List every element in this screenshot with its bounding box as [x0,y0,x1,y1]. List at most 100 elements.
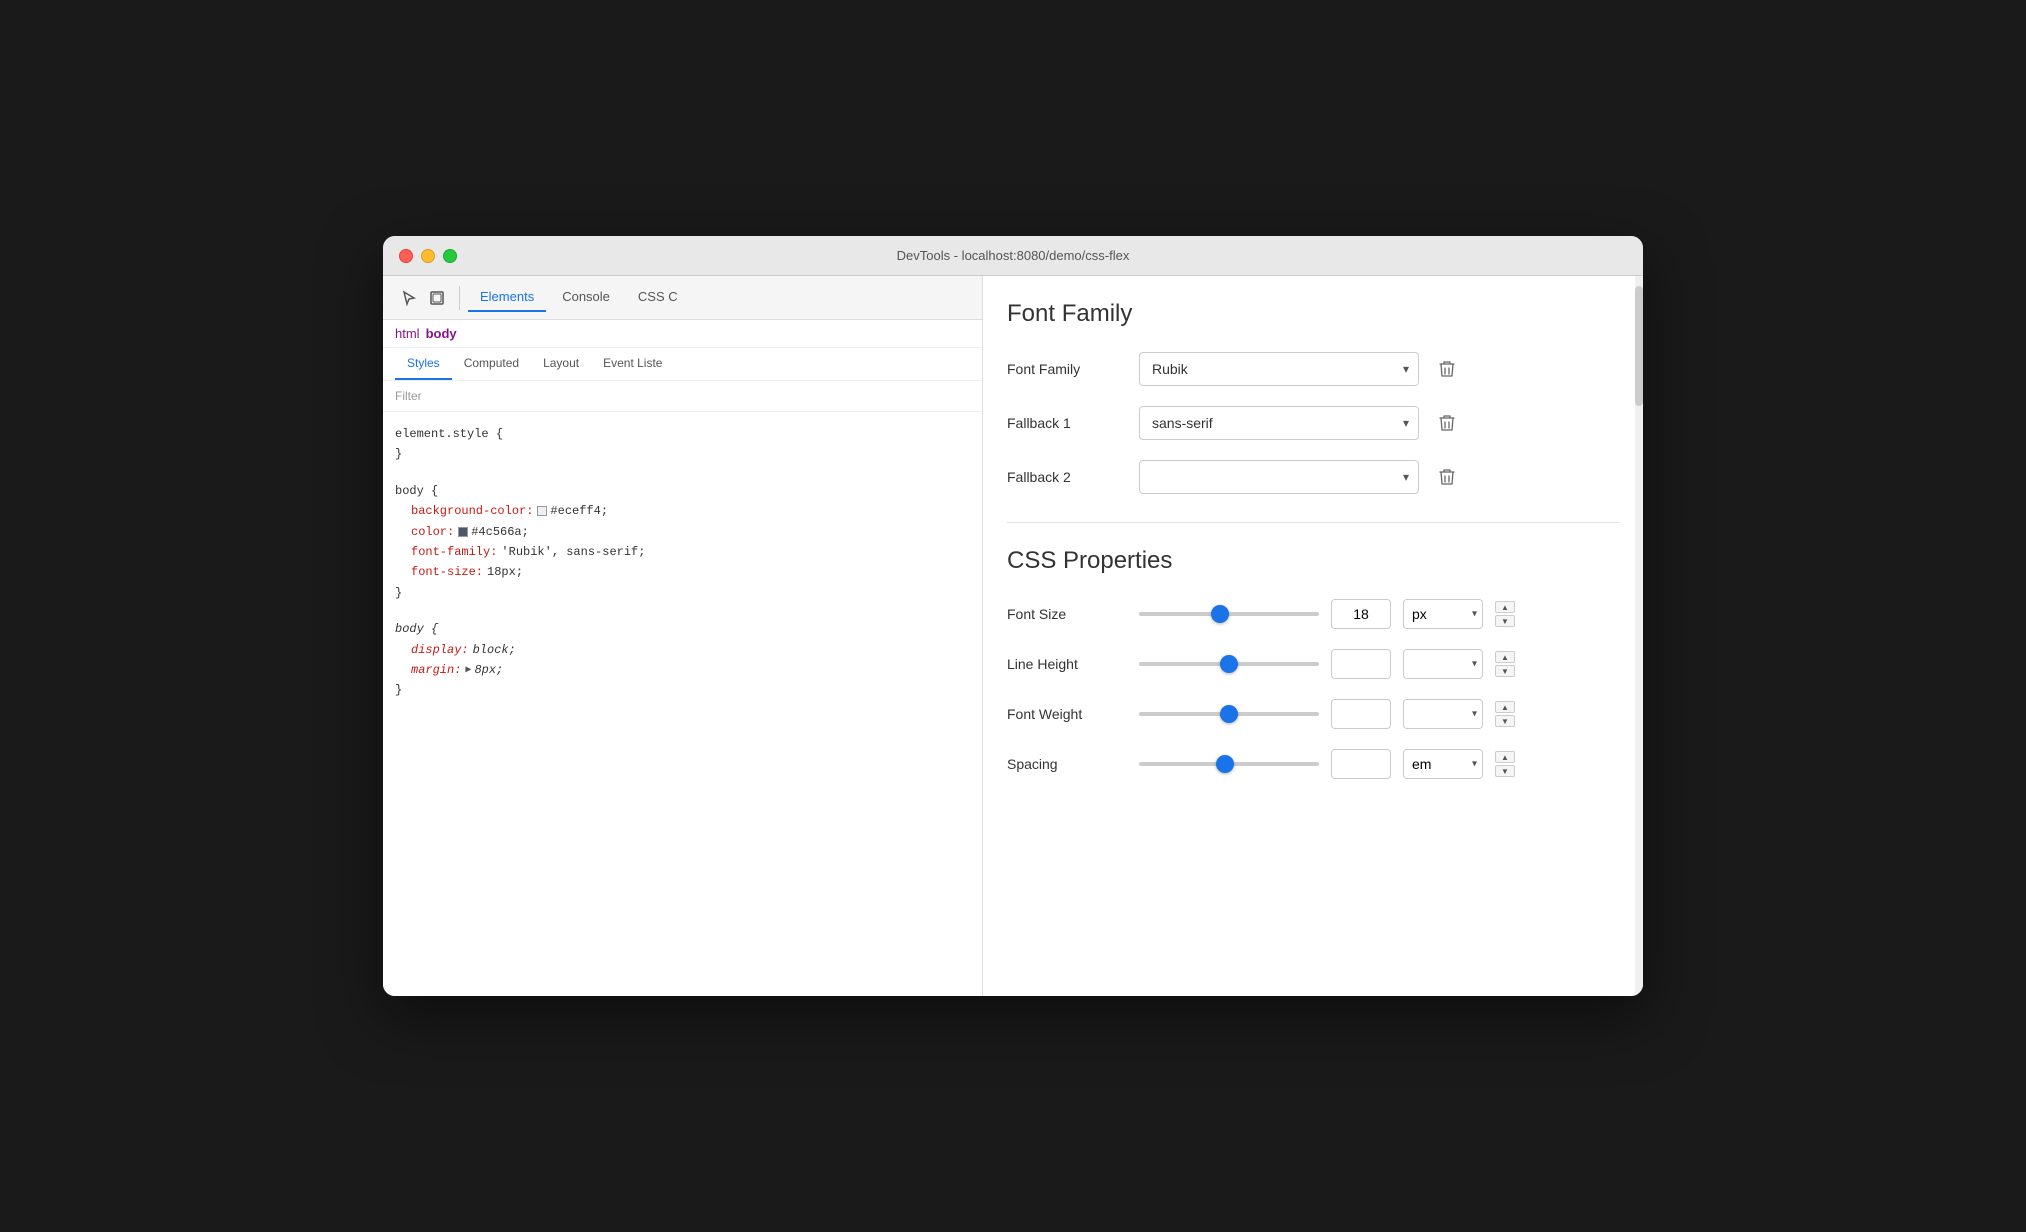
spacing-increment[interactable]: ▲ [1495,751,1515,763]
delete-fallback2-button[interactable] [1431,461,1463,493]
css-property-line: margin: ▶ 8px; [395,660,970,680]
font-size-label: Font Size [1007,606,1127,622]
section-divider [1007,522,1619,523]
breadcrumb-html[interactable]: html [395,326,420,341]
delete-fallback1-button[interactable] [1431,407,1463,439]
css-properties-title: CSS Properties [1007,547,1619,575]
sub-tabs: Styles Computed Layout Event Liste [383,348,982,381]
devtools-window: DevTools - localhost:8080/demo/css-flex [383,236,1643,996]
fallback1-label: Fallback 1 [1007,415,1127,431]
font-family-select[interactable]: Rubik Arial Georgia [1139,352,1419,386]
font-weight-row: Font Weight 100 400 700 ▾ [1007,699,1619,729]
sub-tab-computed[interactable]: Computed [452,348,531,380]
sub-tab-layout[interactable]: Layout [531,348,591,380]
maximize-button[interactable] [443,249,457,263]
spacing-unit-select[interactable]: em px rem [1403,749,1483,779]
line-height-increment[interactable]: ▲ [1495,651,1515,663]
css-property-line: font-size: 18px; [395,562,970,582]
font-size-input[interactable] [1331,599,1391,629]
line-height-input[interactable] [1331,649,1391,679]
tab-console[interactable]: Console [550,283,622,312]
color-swatch-fg [458,527,468,537]
font-size-row: Font Size px em rem ▾ ▲ [1007,599,1619,629]
line-height-decrement[interactable]: ▼ [1495,665,1515,677]
layers-icon[interactable] [423,284,451,312]
close-button[interactable] [399,249,413,263]
breadcrumb: html body [383,320,982,348]
slider-track [1139,712,1319,716]
minimize-button[interactable] [421,249,435,263]
css-property-line: background-color: #eceff4; [395,501,970,521]
fallback2-select[interactable]: sans-serif serif [1139,460,1419,494]
cursor-icon[interactable] [395,284,423,312]
css-property-line: color: #4c566a; [395,522,970,542]
font-weight-unit-wrapper: 100 400 700 ▾ [1403,699,1483,729]
line-height-unit-select[interactable]: px em [1403,649,1483,679]
slider-track [1139,662,1319,666]
fallback2-row: Fallback 2 sans-serif serif ▾ [1007,460,1619,494]
spacing-row: Spacing em px rem ▾ ▲ ▼ [1007,749,1619,779]
font-weight-decrement[interactable]: ▼ [1495,715,1515,727]
sub-tab-event-listeners[interactable]: Event Liste [591,348,674,380]
devtools-body: Elements Console CSS C html body Styles … [383,276,1643,996]
font-weight-slider[interactable] [1139,704,1319,724]
spacing-label: Spacing [1007,756,1127,772]
tab-css[interactable]: CSS C [626,283,690,312]
spacing-input[interactable] [1331,749,1391,779]
slider-track [1139,762,1319,766]
font-family-row: Font Family Rubik Arial Georgia ▾ [1007,352,1619,386]
slider-thumb[interactable] [1220,655,1238,673]
slider-thumb[interactable] [1220,705,1238,723]
font-weight-increment[interactable]: ▲ [1495,701,1515,713]
font-weight-stepper: ▲ ▼ [1495,701,1515,727]
css-property-line: display: block; [395,640,970,660]
main-tab-bar: Elements Console CSS C [383,276,982,320]
spacing-stepper: ▲ ▼ [1495,751,1515,777]
color-swatch-bg [537,506,547,516]
line-height-stepper: ▲ ▼ [1495,651,1515,677]
fallback2-select-wrapper: sans-serif serif ▾ [1139,460,1419,494]
font-weight-label: Font Weight [1007,706,1127,722]
font-family-title: Font Family [1007,300,1619,328]
main-tabs: Elements Console CSS C [468,283,690,312]
spacing-unit-wrapper: em px rem ▾ [1403,749,1483,779]
line-height-slider[interactable] [1139,654,1319,674]
font-size-unit-wrapper: px em rem ▾ [1403,599,1483,629]
slider-track [1139,612,1319,616]
font-size-stepper: ▲ ▼ [1495,601,1515,627]
line-height-unit-wrapper: px em ▾ [1403,649,1483,679]
font-weight-unit-select[interactable]: 100 400 700 [1403,699,1483,729]
css-rule-body-1: body { background-color: #eceff4; color:… [395,481,970,603]
sub-tab-styles[interactable]: Styles [395,348,452,380]
spacing-slider[interactable] [1139,754,1319,774]
fallback1-select[interactable]: sans-serif serif monospace [1139,406,1419,440]
font-size-slider[interactable] [1139,604,1319,624]
font-family-label: Font Family [1007,361,1127,377]
line-height-row: Line Height px em ▾ ▲ [1007,649,1619,679]
slider-thumb[interactable] [1216,755,1234,773]
window-title: DevTools - localhost:8080/demo/css-flex [897,248,1130,263]
filter-input[interactable] [395,389,970,403]
tab-elements[interactable]: Elements [468,283,546,312]
font-weight-input[interactable] [1331,699,1391,729]
css-property-line: font-family: 'Rubik', sans-serif; [395,542,970,562]
line-height-label: Line Height [1007,656,1127,672]
spacing-decrement[interactable]: ▼ [1495,765,1515,777]
scrollbar[interactable] [1635,276,1643,996]
font-size-unit-select[interactable]: px em rem [1403,599,1483,629]
font-family-select-wrapper: Rubik Arial Georgia ▾ [1139,352,1419,386]
scrollbar-thumb[interactable] [1635,286,1643,406]
slider-thumb[interactable] [1211,605,1229,623]
font-size-decrement[interactable]: ▼ [1495,615,1515,627]
filter-bar [383,381,982,412]
css-rule-body-2: body { display: block; margin: ▶ 8px; } [395,619,970,701]
css-selector: body { [395,484,438,498]
css-selector: element.style { [395,427,503,441]
tab-divider [459,286,460,310]
breadcrumb-body[interactable]: body [426,326,457,341]
triangle-icon: ▶ [465,662,471,679]
titlebar: DevTools - localhost:8080/demo/css-flex [383,236,1643,276]
font-size-increment[interactable]: ▲ [1495,601,1515,613]
delete-font-family-button[interactable] [1431,353,1463,385]
fallback1-select-wrapper: sans-serif serif monospace ▾ [1139,406,1419,440]
